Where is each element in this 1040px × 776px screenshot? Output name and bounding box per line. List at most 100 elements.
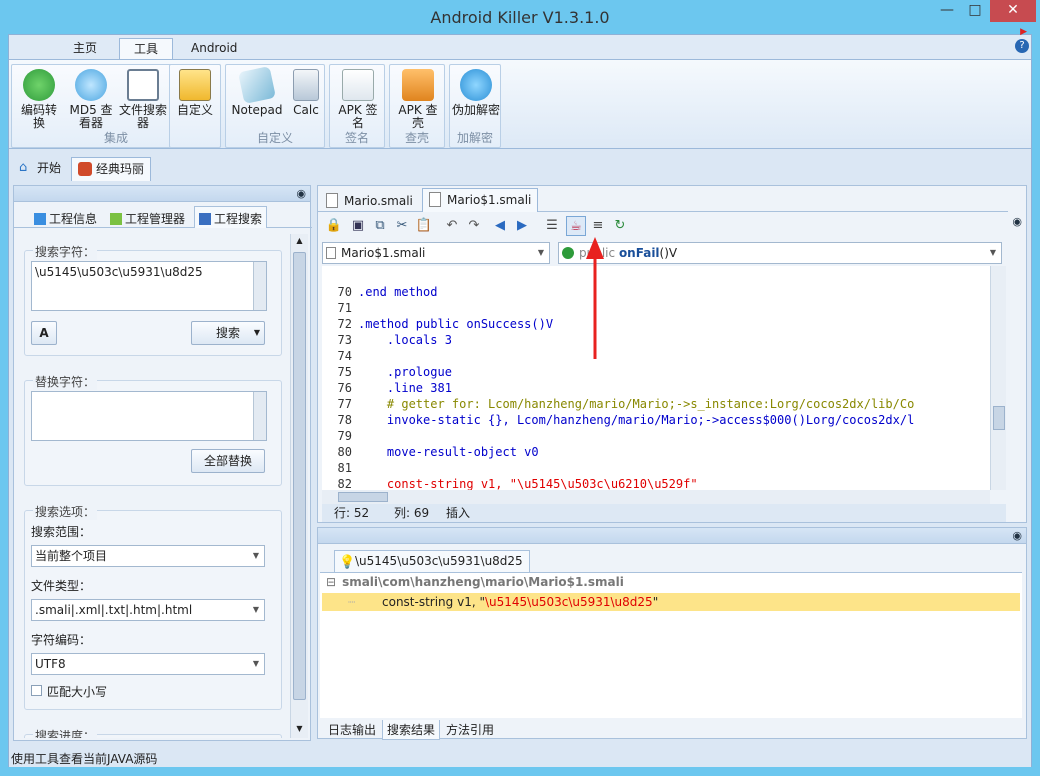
- apk-sign-button[interactable]: APK 签名: [334, 67, 382, 130]
- group-label: 签名: [344, 131, 369, 145]
- tab-project-manager[interactable]: 工程管理器: [110, 210, 185, 227]
- apk-shell-label: APK 查壳: [398, 103, 438, 130]
- save-icon[interactable]: ▣: [348, 216, 368, 236]
- code-line: 71: [322, 300, 914, 316]
- collapse-icon[interactable]: ⊟: [326, 575, 336, 589]
- method-icon: [562, 247, 574, 259]
- maximize-button[interactable]: □: [962, 0, 988, 22]
- md5-viewer-label: MD5 查看器: [69, 103, 113, 130]
- scope-select[interactable]: 当前整个项目 ▼: [31, 545, 265, 567]
- paste-icon[interactable]: 📋: [414, 216, 434, 236]
- custom-button[interactable]: 自定义: [172, 67, 218, 117]
- code-editor[interactable]: 70 .end method 71 72 .method public onSucces…: [322, 266, 1006, 490]
- result-match-row[interactable]: ┈ const-string v1, "\u5145\u503c\u5931\u…: [322, 593, 1020, 611]
- line-number: 71: [337, 301, 352, 315]
- tab-start[interactable]: ⌂ 开始: [13, 157, 67, 181]
- lock-icon[interactable]: 🔒: [324, 216, 344, 236]
- cut-icon[interactable]: ✂: [392, 216, 412, 236]
- encode-convert-button[interactable]: 编码转换: [16, 67, 62, 130]
- status-text: 使用工具查看当前JAVA源码: [11, 752, 158, 766]
- group-label: 自定义: [256, 131, 293, 145]
- calc-button[interactable]: Calc: [288, 67, 324, 117]
- group-sign: APK 签名 签名: [329, 64, 385, 148]
- scroll-down-icon[interactable]: ▼: [293, 724, 306, 736]
- eye-icon[interactable]: ◉: [1012, 216, 1022, 227]
- tab-search-results[interactable]: 搜索结果: [382, 720, 441, 740]
- class-select[interactable]: Mario$1.smali ▼: [322, 242, 550, 264]
- left-panel-scrollbar[interactable]: ▲ ▼: [290, 234, 308, 738]
- scroll-thumb[interactable]: [338, 492, 388, 502]
- tab-log-output[interactable]: 日志输出: [324, 720, 380, 740]
- redo-icon[interactable]: ↷: [464, 216, 484, 236]
- search-input-scrollbar[interactable]: [253, 262, 266, 310]
- search-button[interactable]: 搜索 ▼: [191, 321, 265, 345]
- result-tab-label: \u5145\u503c\u5931\u8d25: [355, 554, 523, 568]
- pseudo-encrypt-button[interactable]: 伪加解密: [452, 67, 500, 117]
- eye-icon[interactable]: ◉: [1012, 530, 1022, 541]
- minimize-button[interactable]: —: [934, 0, 960, 22]
- file-search-button[interactable]: 文件搜索器: [118, 67, 168, 130]
- line-text: const-string v1, "\u5145\u503c\u6210\u52…: [358, 477, 698, 490]
- encoding-label: 字符编码：: [31, 633, 92, 647]
- result-file-node[interactable]: ⊟ smali\com\hanzheng\mario\Mario$1.smali: [326, 575, 624, 589]
- undo-icon[interactable]: ↶: [442, 216, 462, 236]
- code-hscroll[interactable]: [322, 490, 990, 504]
- help-icon[interactable]: ?: [1015, 39, 1029, 53]
- pin-icon[interactable]: ▶: [1020, 27, 1027, 37]
- tab-mario-smali-label: Mario.smali: [344, 194, 413, 208]
- notepad-button[interactable]: Notepad: [228, 66, 286, 117]
- chevron-down-icon: ▼: [989, 248, 996, 257]
- tab-android[interactable]: Android: [177, 38, 251, 59]
- code-line: 78 invoke-static {}, Lcom/hanzheng/mario…: [322, 412, 915, 428]
- encoding-select[interactable]: UTF8 ▼: [31, 653, 265, 675]
- tab-method-references[interactable]: 方法引用: [442, 720, 498, 740]
- encoding-value: UTF8: [35, 657, 66, 671]
- search-icon: [199, 213, 211, 225]
- method-select[interactable]: public onFail()V▼: [558, 242, 1002, 264]
- font-size-button[interactable]: A: [31, 321, 57, 345]
- tab-tools[interactable]: 工具: [119, 38, 174, 59]
- encode-convert-label: 编码转换: [20, 103, 57, 130]
- copy-icon[interactable]: ⧉: [370, 216, 390, 236]
- replace-input[interactable]: [31, 391, 267, 441]
- match-case-checkbox[interactable]: [31, 685, 42, 696]
- filetype-select[interactable]: .smali|.xml|.txt|.htm|.html ▼: [31, 599, 265, 621]
- tab-project-info[interactable]: 工程信息: [34, 210, 97, 227]
- left-panel: ◉ 工程信息 工程管理器 工程搜索 搜索字符： \u5145\u503c\u59…: [13, 185, 312, 741]
- tab-mario1-smali[interactable]: Mario$1.smali: [422, 188, 539, 212]
- refresh-icon[interactable]: ↻: [610, 216, 630, 236]
- replace-fieldset: 替换字符： 全部替换: [24, 373, 282, 486]
- close-button[interactable]: ✕: [990, 0, 1036, 22]
- tab-project-search-label: 工程搜索: [214, 212, 263, 226]
- back-arrow-icon[interactable]: ◀: [490, 216, 510, 236]
- md5-viewer-button[interactable]: MD5 查看器: [66, 67, 116, 130]
- notepad-icon: [238, 66, 276, 104]
- eye-icon[interactable]: ◉: [296, 188, 306, 199]
- line-text: .locals 3: [358, 333, 452, 347]
- tab-project-search[interactable]: 工程搜索: [194, 206, 268, 228]
- main-window: 主页 工具 Android ? ▶ 编码转换 MD5 查看器 文件搜索器 集成: [8, 27, 1032, 767]
- tab-home[interactable]: 主页: [59, 38, 111, 59]
- search-input[interactable]: \u5145\u503c\u5931\u8d25: [31, 261, 267, 311]
- replace-all-button[interactable]: 全部替换: [191, 449, 265, 473]
- code-vscroll[interactable]: [990, 266, 1006, 490]
- method-name: onFail: [618, 246, 660, 260]
- list-icon[interactable]: ≡: [588, 216, 608, 236]
- forward-arrow-icon[interactable]: ▶: [512, 216, 532, 236]
- scroll-thumb[interactable]: [293, 252, 306, 700]
- result-tab[interactable]: 💡 \u5145\u503c\u5931\u8d25: [334, 550, 530, 572]
- scroll-up-icon[interactable]: ▲: [293, 236, 306, 248]
- code-line: 81: [322, 460, 914, 476]
- scroll-thumb[interactable]: [993, 406, 1005, 430]
- search-button-label: 搜索: [215, 326, 240, 340]
- title-bar: Android Killer V1.3.1.0 — □ ✕: [0, 0, 1040, 34]
- tab-mario-smali[interactable]: Mario.smali: [320, 190, 419, 214]
- tab-project[interactable]: 经典玛丽: [71, 157, 152, 181]
- format-icon[interactable]: ☰: [542, 216, 562, 236]
- md5-icon: [75, 69, 107, 101]
- apk-shell-check-button[interactable]: APK 查壳: [394, 67, 442, 130]
- java-source-icon[interactable]: ☕: [566, 216, 586, 236]
- ribbon-tabs: 主页 工具 Android ? ▶: [9, 27, 1031, 59]
- status-bar: 使用工具查看当前JAVA源码: [9, 751, 1031, 767]
- replace-input-scrollbar[interactable]: [253, 392, 266, 440]
